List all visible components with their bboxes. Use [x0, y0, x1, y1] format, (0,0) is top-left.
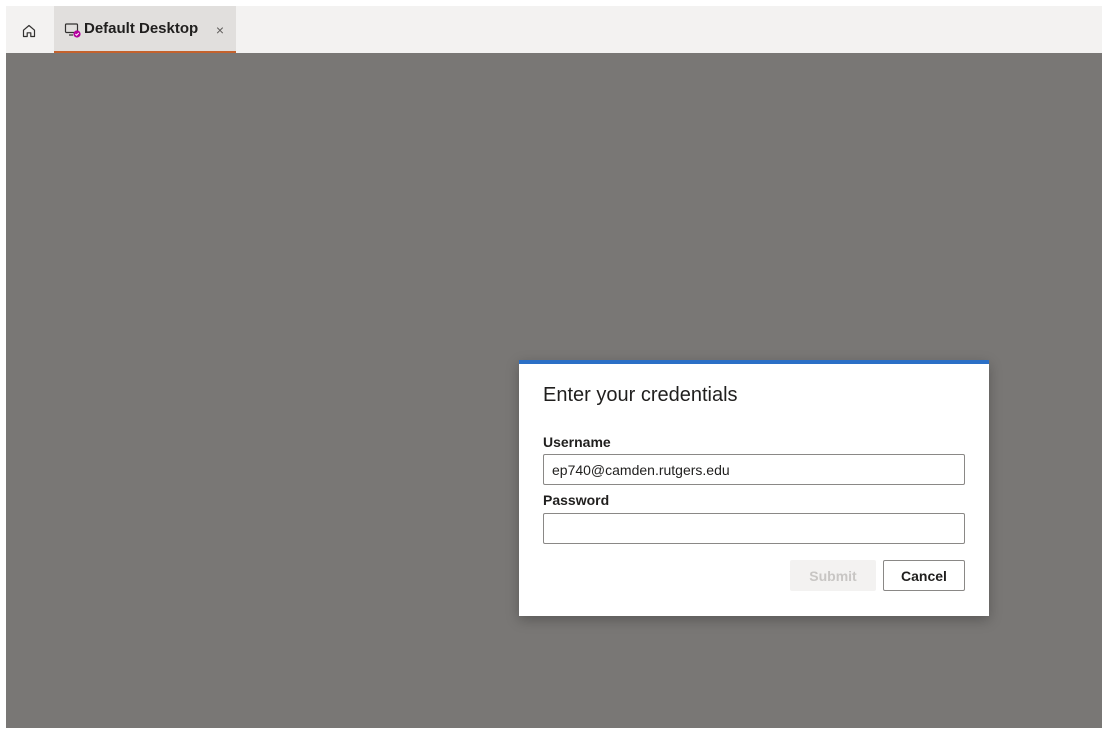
- tab-close-button[interactable]: ×: [212, 22, 228, 38]
- tab-default-desktop[interactable]: Default Desktop ×: [54, 6, 236, 53]
- password-input[interactable]: [543, 513, 965, 544]
- remote-desktop-icon: [64, 23, 81, 38]
- credentials-dialog: Enter your credentials Username Password…: [519, 360, 989, 616]
- home-icon: [22, 24, 36, 38]
- cancel-button[interactable]: Cancel: [883, 560, 965, 591]
- close-icon: ×: [215, 22, 225, 38]
- submit-button[interactable]: Submit: [790, 560, 876, 591]
- dialog-title: Enter your credentials: [543, 384, 738, 406]
- username-label: Username: [543, 434, 611, 450]
- home-button[interactable]: [16, 18, 42, 44]
- password-label: Password: [543, 492, 610, 508]
- tab-label: Default Desktop: [84, 20, 199, 37]
- username-input[interactable]: [543, 454, 965, 485]
- tab-bar: Default Desktop ×: [6, 6, 1102, 54]
- remote-desktop-canvas: Enter your credentials Username Password…: [6, 53, 1102, 728]
